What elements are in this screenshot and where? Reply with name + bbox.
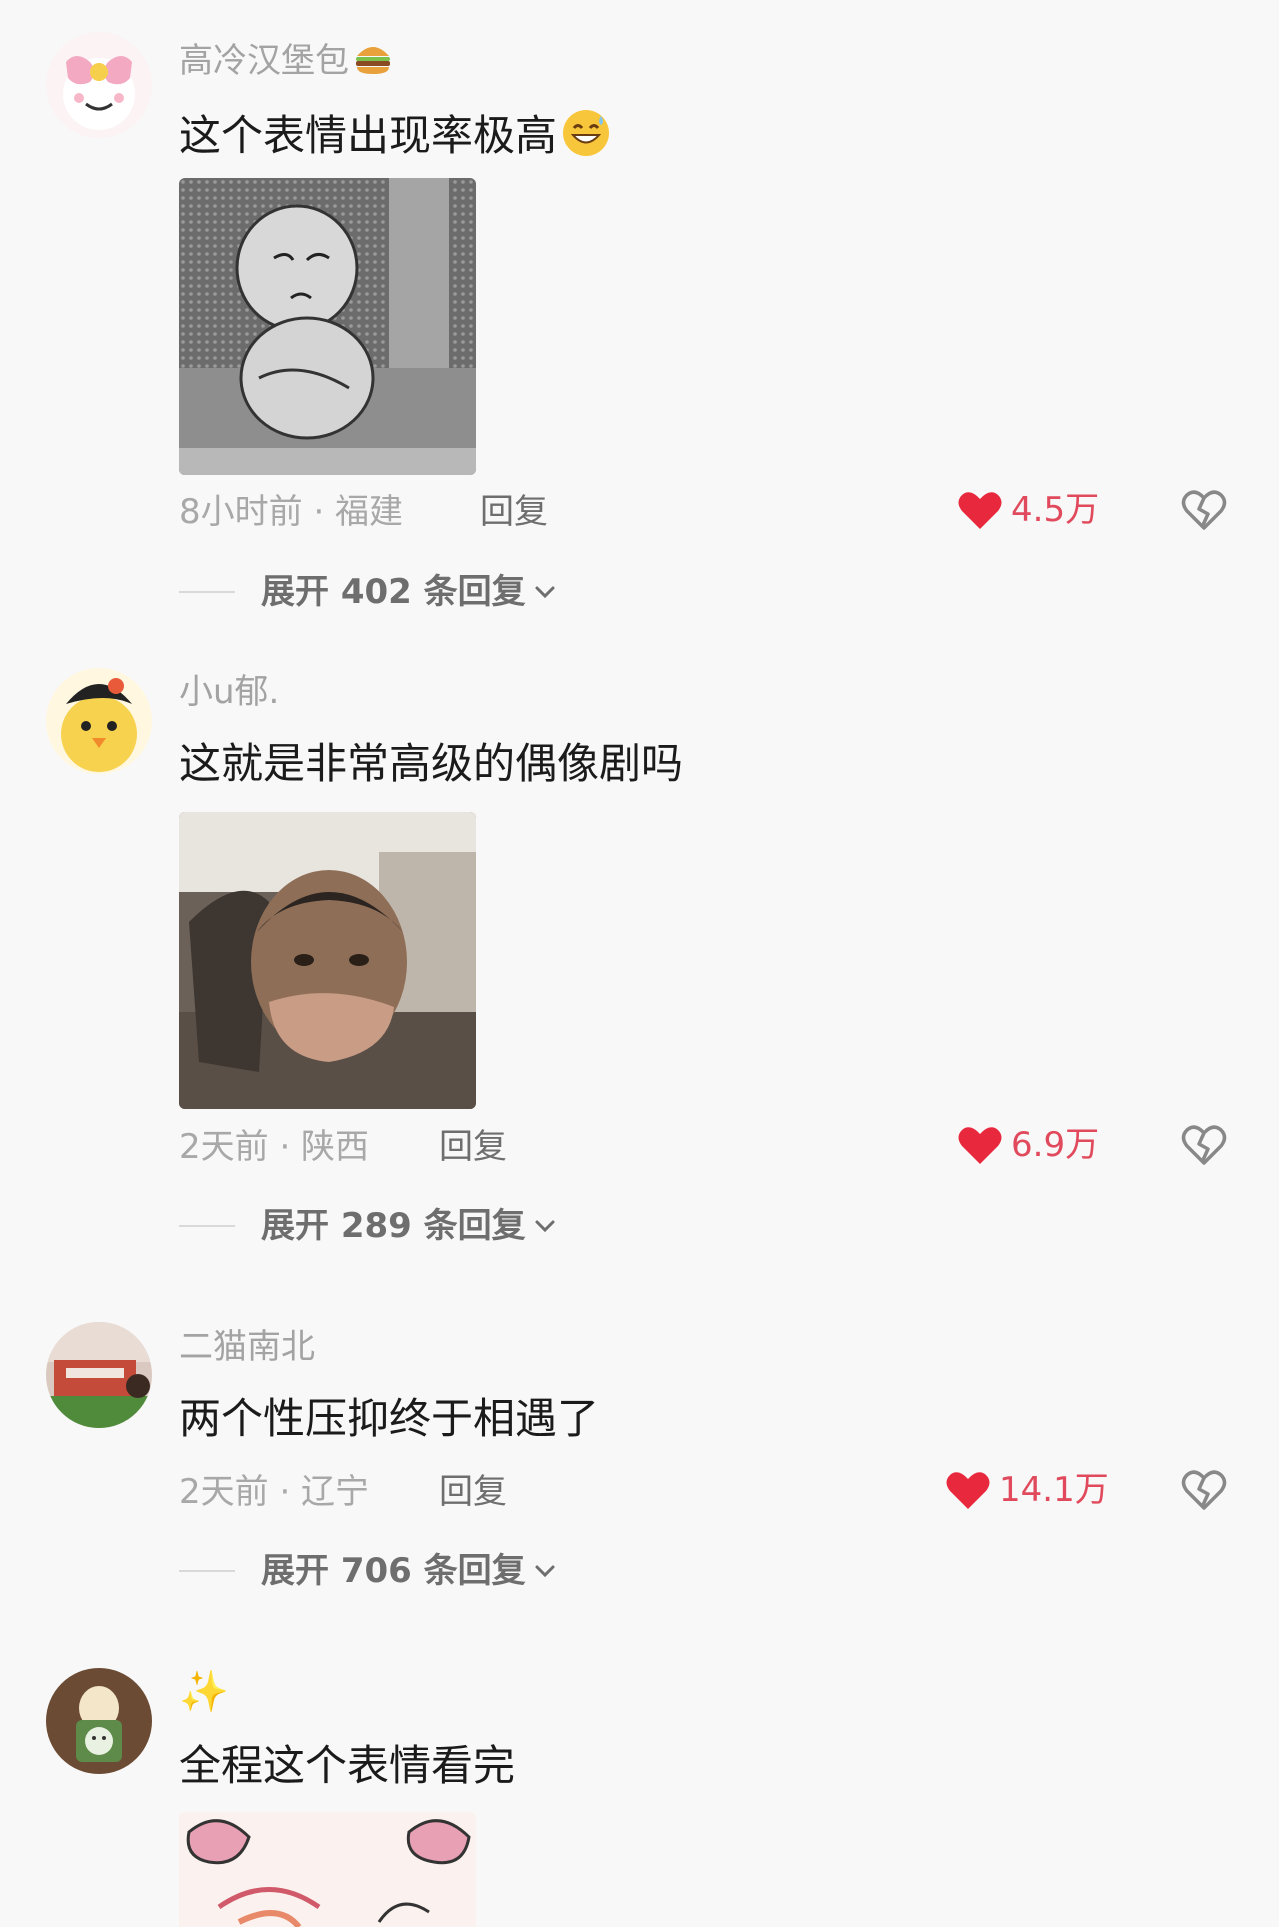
dislike-button[interactable] bbox=[1181, 487, 1227, 533]
chevron-down-icon bbox=[535, 586, 555, 599]
comment-username[interactable]: 高冷汉堡包 bbox=[179, 40, 393, 78]
cartoon-avatar-icon bbox=[46, 32, 152, 138]
face-covering-mouth-photo bbox=[179, 812, 476, 1109]
broken-heart-icon bbox=[1181, 1470, 1227, 1510]
comment-text: 全程这个表情看完 bbox=[179, 1741, 516, 1790]
like-button[interactable]: 6.9万 bbox=[957, 1122, 1099, 1168]
like-count: 6.9万 bbox=[1011, 1125, 1100, 1165]
comment-text: 两个性压抑终于相遇了 bbox=[179, 1394, 600, 1443]
like-count: 4.5万 bbox=[1011, 490, 1100, 530]
heart-filled-icon bbox=[946, 1472, 990, 1509]
yellow-chick-avatar-icon bbox=[46, 668, 152, 774]
hamburger-emoji-icon bbox=[356, 47, 390, 74]
dislike-button[interactable] bbox=[1181, 1122, 1227, 1168]
comment-username[interactable]: 二猫南北 bbox=[179, 1330, 315, 1364]
comment-time-location: 2天前 · 辽宁 bbox=[179, 1472, 370, 1512]
expand-replies-button[interactable]: 展开 706 条回复 bbox=[179, 1550, 556, 1592]
like-count: 14.1万 bbox=[999, 1470, 1109, 1510]
pink-cartoon-meme-image bbox=[179, 1812, 476, 1927]
grinning-sweat-emoji-icon bbox=[563, 110, 610, 156]
expand-replies-button[interactable]: 展开 402 条回复 bbox=[179, 571, 556, 613]
divider bbox=[179, 591, 235, 593]
comment-text: 这就是非常高级的偶像剧吗 bbox=[179, 739, 684, 788]
comment-time-location: 8小时前 · 福建 bbox=[179, 492, 404, 532]
reply-button[interactable]: 回复 bbox=[480, 495, 548, 529]
like-button[interactable]: 4.5万 bbox=[957, 487, 1099, 533]
broken-heart-icon bbox=[1181, 1125, 1227, 1165]
comment-image[interactable] bbox=[179, 1812, 476, 1927]
comment-time-location: 2天前 · 陕西 bbox=[179, 1127, 370, 1167]
comment-username[interactable]: ✨ bbox=[179, 1672, 229, 1712]
broken-heart-icon bbox=[1181, 490, 1227, 530]
comment-image[interactable] bbox=[179, 178, 476, 475]
reply-button[interactable]: 回复 bbox=[439, 1130, 507, 1164]
heart-filled-icon bbox=[958, 492, 1002, 529]
building-photo-avatar-icon bbox=[46, 1322, 152, 1428]
bunny-toy-avatar-icon bbox=[46, 1668, 152, 1774]
avatar[interactable] bbox=[46, 32, 152, 138]
chevron-down-icon bbox=[535, 1565, 555, 1578]
divider bbox=[179, 1225, 235, 1227]
chevron-down-icon bbox=[535, 1220, 555, 1233]
comment-text: 这个表情出现率极高 bbox=[179, 108, 611, 158]
expand-replies-button[interactable]: 展开 289 条回复 bbox=[179, 1205, 556, 1247]
divider bbox=[179, 1570, 235, 1572]
heart-filled-icon bbox=[958, 1127, 1002, 1164]
like-button[interactable]: 14.1万 bbox=[945, 1467, 1109, 1513]
reply-button[interactable]: 回复 bbox=[439, 1475, 507, 1509]
comment-username[interactable]: 小u郁. bbox=[179, 675, 279, 709]
comment-image[interactable] bbox=[179, 812, 476, 1109]
sad-doll-meme-image bbox=[179, 178, 476, 475]
avatar[interactable] bbox=[46, 1668, 152, 1774]
dislike-button[interactable] bbox=[1181, 1467, 1227, 1513]
avatar[interactable] bbox=[46, 1322, 152, 1428]
avatar[interactable] bbox=[46, 668, 152, 774]
